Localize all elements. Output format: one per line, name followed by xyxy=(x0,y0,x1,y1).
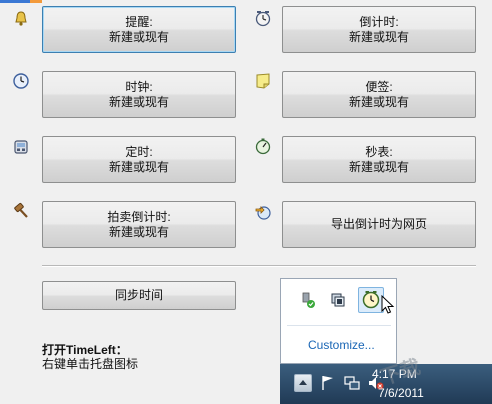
auction-button-line1: 拍卖倒计时: xyxy=(107,209,171,224)
timer-icon xyxy=(12,138,30,156)
timer-button-line2: 新建或现有 xyxy=(108,159,169,174)
stopwatch-button-line1: 秒表: xyxy=(365,144,393,159)
timer-button-line1: 定时: xyxy=(125,144,153,159)
stopwatch-button-line2: 新建或现有 xyxy=(348,159,409,174)
show-hidden-icons-button[interactable] xyxy=(294,374,312,392)
new-countdown-button[interactable]: 倒计时: 新建或现有 xyxy=(282,6,476,53)
tray-overflow-popup: Customize... xyxy=(280,278,397,364)
new-timer-button[interactable]: 定时: 新建或现有 xyxy=(42,136,236,183)
countdown-button-line2: 新建或现有 xyxy=(348,29,409,44)
reminder-button-line2: 新建或现有 xyxy=(108,29,169,44)
window-top-strip xyxy=(0,0,492,3)
top-accent-blue xyxy=(0,0,30,3)
web-export-icon xyxy=(254,203,272,221)
new-auction-countdown-button[interactable]: 拍卖倒计时: 新建或现有 xyxy=(42,201,236,248)
top-accent-orange xyxy=(30,0,42,3)
chevron-up-icon xyxy=(299,380,307,385)
popup-divider xyxy=(287,325,391,326)
countdown-button-line1: 倒计时: xyxy=(359,14,399,29)
stopwatch-icon xyxy=(254,137,272,155)
new-reminder-button[interactable]: 提醒: 新建或现有 xyxy=(42,6,236,53)
countdown-clock-icon xyxy=(254,9,272,27)
note-button-line2: 新建或现有 xyxy=(348,94,409,109)
clock-button-line1: 时钟: xyxy=(125,79,153,94)
sticky-note-icon xyxy=(254,72,272,90)
bell-icon xyxy=(12,10,30,28)
open-timeleft-instruction: 右键单击托盘图标 xyxy=(42,357,139,371)
clock-icon xyxy=(12,72,30,90)
network-icon[interactable] xyxy=(343,374,361,395)
action-center-flag-icon[interactable] xyxy=(320,374,336,395)
new-stopwatch-button[interactable]: 秒表: 新建或现有 xyxy=(282,136,476,183)
sync-button-label: 同步时间 xyxy=(114,288,163,302)
reminder-button-line1: 提醒: xyxy=(125,14,153,29)
gavel-icon xyxy=(12,202,30,220)
clock-button-line2: 新建或现有 xyxy=(108,94,169,109)
network-adapter-icon[interactable] xyxy=(329,291,347,312)
new-note-button[interactable]: 便签: 新建或现有 xyxy=(282,71,476,118)
sync-time-button[interactable]: 同步时间 xyxy=(42,281,236,310)
export-button-label: 导出倒计时为网页 xyxy=(330,217,427,231)
new-clock-button[interactable]: 时钟: 新建或现有 xyxy=(42,71,236,118)
separator xyxy=(42,265,476,267)
mouse-cursor-icon xyxy=(381,294,395,318)
timeleft-clock-icon xyxy=(362,291,380,309)
usb-device-icon[interactable] xyxy=(299,291,317,312)
auction-button-line2: 新建或现有 xyxy=(108,224,169,239)
note-button-line1: 便签: xyxy=(365,79,393,94)
customize-link[interactable]: Customize... xyxy=(308,338,375,352)
export-countdown-webpage-button[interactable]: 导出倒计时为网页 xyxy=(282,201,476,248)
